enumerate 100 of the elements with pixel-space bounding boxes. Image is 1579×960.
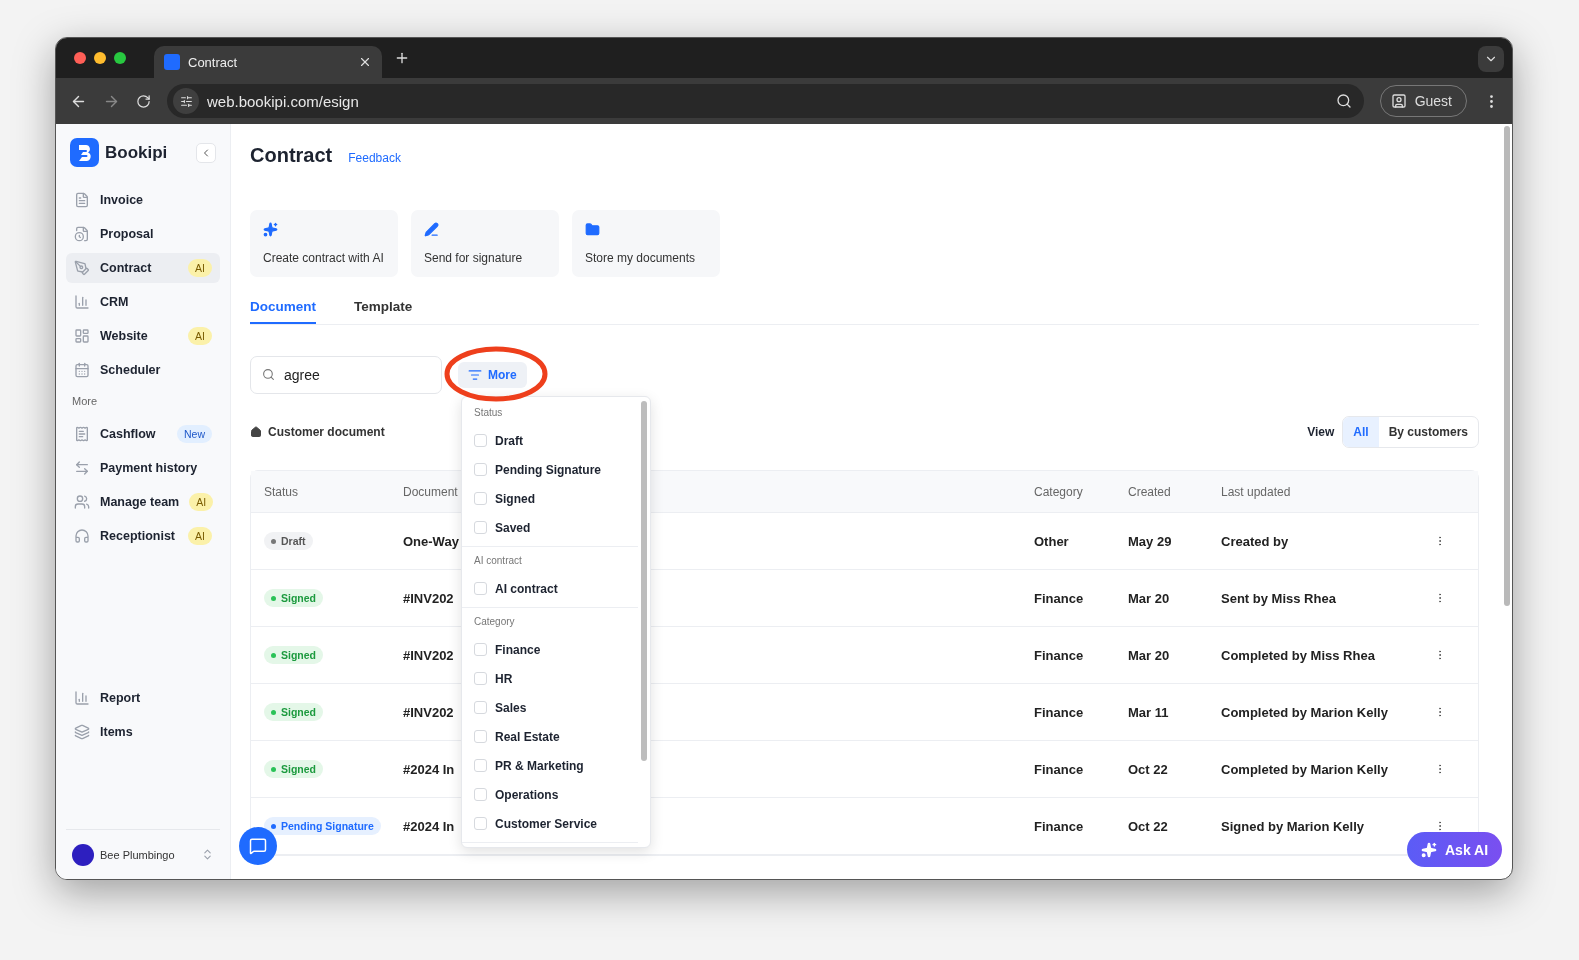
- tab[interactable]: Document: [250, 299, 316, 324]
- column-header: Status: [264, 484, 299, 499]
- badge: AI: [188, 259, 212, 277]
- folder-icon: [585, 222, 600, 237]
- table-cell: Mar 20: [1128, 590, 1170, 606]
- address-bar[interactable]: web.bookipi.com/esign: [167, 84, 1364, 118]
- layout-icon: [74, 328, 90, 344]
- sidebar-item[interactable]: Payment history: [66, 453, 220, 483]
- badge: AI: [188, 327, 212, 345]
- status-pill: Signed: [264, 646, 323, 664]
- close-dot[interactable]: [74, 52, 86, 64]
- group-title: Category: [474, 616, 516, 627]
- user-switcher[interactable]: Bee Plumbingo: [66, 829, 220, 879]
- option-label: Pending Signature: [495, 462, 601, 477]
- stack-icon: [74, 724, 90, 740]
- feedback-link[interactable]: Feedback: [348, 151, 401, 165]
- receipt-icon: [74, 426, 90, 442]
- checkbox[interactable]: [474, 759, 487, 772]
- table-cell: Oct 22: [1128, 761, 1168, 777]
- section-title: Customer document: [268, 425, 385, 439]
- table-cell: Finance: [1034, 704, 1084, 720]
- pen-icon: [74, 260, 90, 276]
- table-cell: Finance: [1034, 818, 1084, 834]
- section-label: More: [71, 394, 99, 409]
- calendar-icon: [74, 362, 90, 378]
- action-card[interactable]: Send for signature: [411, 210, 559, 277]
- table-cell: Mar 11: [1128, 704, 1169, 720]
- sidebar-item[interactable]: Receptionist AI: [66, 521, 220, 551]
- ask-ai-button[interactable]: Ask AI: [1407, 832, 1503, 867]
- view-toggle[interactable]: By customers: [1378, 417, 1478, 447]
- search-icon[interactable]: [1335, 93, 1352, 109]
- search-icon: [262, 368, 275, 381]
- checkbox[interactable]: [474, 643, 487, 656]
- bar-chart-icon: [74, 294, 90, 310]
- person-icon: [1390, 93, 1407, 109]
- option-label: PR & Marketing: [495, 758, 584, 773]
- sliders-icon[interactable]: [173, 88, 199, 114]
- table-cell: Sent by Miss Rhea: [1221, 590, 1336, 606]
- table-cell: Signed by Marion Kelly: [1221, 818, 1365, 834]
- page-title: Contract: [250, 144, 333, 167]
- table-cell: One-Way: [403, 533, 459, 549]
- checkbox[interactable]: [474, 701, 487, 714]
- minimize-dot[interactable]: [94, 52, 106, 64]
- option-label: Sales: [495, 700, 527, 715]
- status-pill: Draft: [264, 532, 313, 550]
- sidebar-item[interactable]: Manage team AI: [66, 487, 220, 517]
- table-cell: Completed by Miss Rhea: [1221, 647, 1375, 663]
- search-field[interactable]: agree: [250, 356, 442, 394]
- action-card[interactable]: Store my documents: [572, 210, 720, 277]
- checkbox[interactable]: [474, 492, 487, 505]
- action-card[interactable]: Create contract with AI: [250, 210, 398, 277]
- sidebar-item[interactable]: CRM: [66, 287, 220, 317]
- chat-icon: [249, 837, 267, 855]
- status-pill: Signed: [264, 760, 323, 778]
- view-toggle[interactable]: All: [1343, 417, 1379, 447]
- table-cell: Finance: [1034, 590, 1084, 606]
- sidebar-item[interactable]: Report: [66, 683, 220, 713]
- table-cell: May 29: [1128, 533, 1172, 549]
- table-cell: Mar 20: [1128, 647, 1170, 663]
- people-icon: [74, 494, 90, 510]
- status-pill: Pending Signature: [264, 817, 381, 835]
- option-label: Real Estate: [495, 729, 560, 744]
- close-icon[interactable]: [358, 55, 372, 69]
- chevron-down-icon[interactable]: [1478, 46, 1504, 72]
- reload-icon[interactable]: [136, 93, 151, 109]
- sidebar-item[interactable]: Cashflow New: [66, 419, 220, 449]
- checkbox[interactable]: [474, 672, 487, 685]
- scrollbar-thumb[interactable]: [641, 401, 647, 761]
- sidebar-item[interactable]: Website AI: [66, 321, 220, 351]
- checkbox[interactable]: [474, 730, 487, 743]
- checkbox[interactable]: [474, 434, 487, 447]
- zoom-dot[interactable]: [114, 52, 126, 64]
- favicon: [164, 54, 180, 70]
- option-label: Signed: [495, 491, 535, 506]
- checkbox[interactable]: [474, 582, 487, 595]
- document-clock-icon: [74, 226, 90, 242]
- brand-name: Bookipi: [105, 142, 169, 163]
- table-cell: Other: [1034, 533, 1069, 549]
- plus-icon[interactable]: [394, 50, 410, 66]
- option-label: Operations: [495, 787, 559, 802]
- sidebar-item[interactable]: Contract AI: [66, 253, 220, 283]
- table-cell: #INV202: [403, 590, 454, 606]
- checkbox[interactable]: [474, 817, 487, 830]
- table-cell: Finance: [1034, 761, 1084, 777]
- scrollbar-thumb[interactable]: [1504, 126, 1510, 606]
- checkbox[interactable]: [474, 463, 487, 476]
- tab[interactable]: Template: [354, 299, 413, 324]
- sidebar-item[interactable]: Items: [66, 717, 220, 747]
- table-cell: #INV202: [403, 704, 454, 720]
- filter-button[interactable]: More: [458, 362, 527, 388]
- browser-tab[interactable]: Contract: [154, 46, 382, 78]
- table-cell: Completed by Marion Kelly: [1221, 704, 1388, 720]
- checkbox[interactable]: [474, 788, 487, 801]
- checkbox[interactable]: [474, 521, 487, 534]
- arrows-icon: [74, 460, 90, 476]
- sidebar-item[interactable]: Scheduler: [66, 355, 220, 385]
- sparkle-icon: [263, 222, 278, 237]
- sidebar-item[interactable]: Invoice: [66, 185, 220, 215]
- chat-button[interactable]: [239, 827, 277, 865]
- sidebar-item[interactable]: Proposal: [66, 219, 220, 249]
